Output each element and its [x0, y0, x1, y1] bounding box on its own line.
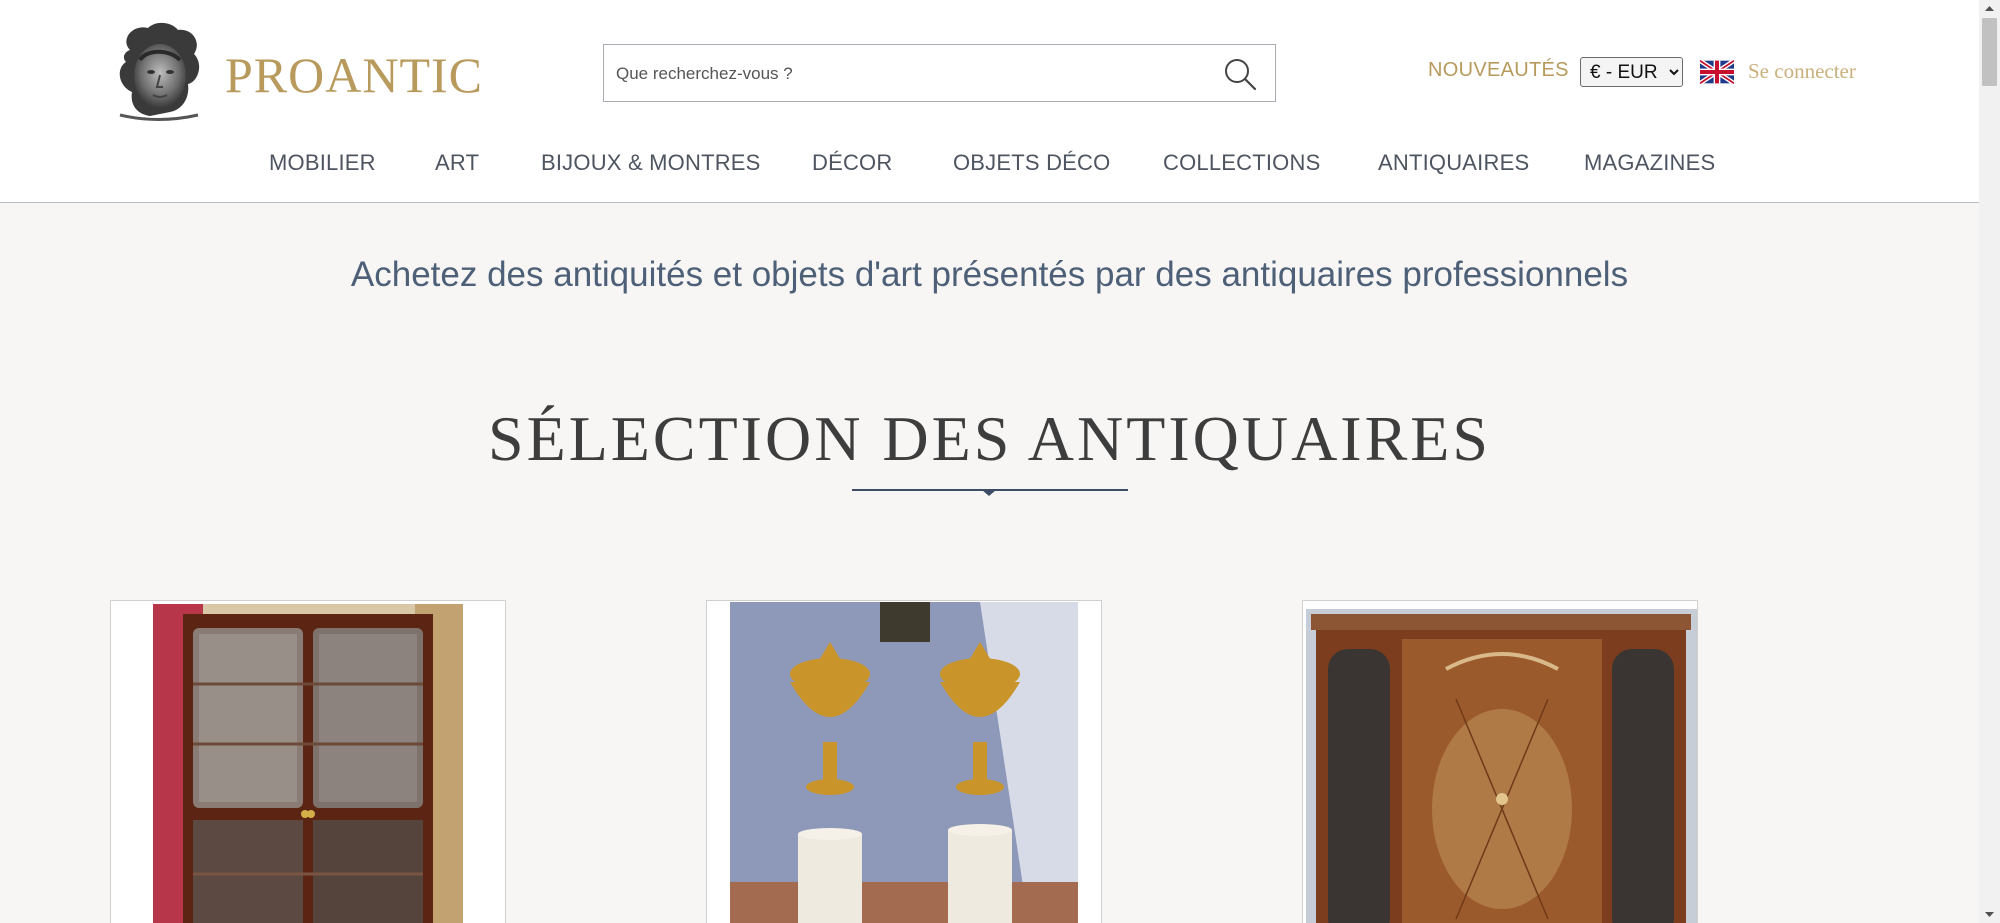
brand-name[interactable]: PROANTIC	[225, 46, 483, 104]
product-image-marquetry-cabinet	[1306, 609, 1697, 923]
login-link[interactable]: Se connecter	[1748, 59, 1856, 84]
tagline: Achetez des antiquités et objets d'art p…	[350, 255, 1629, 294]
uk-flag-icon[interactable]	[1698, 58, 1736, 86]
nav-item-objets-deco[interactable]: OBJETS DÉCO	[953, 150, 1110, 176]
nav-item-decor[interactable]: DÉCOR	[812, 150, 892, 176]
sculpted-head-logo[interactable]	[110, 20, 206, 122]
nav-item-mobilier[interactable]: MOBILIER	[269, 150, 376, 176]
product-image-bookcase	[153, 604, 463, 923]
search-input[interactable]	[616, 57, 1196, 91]
scroll-down-arrow-icon[interactable]	[1979, 906, 2000, 923]
search-bar	[603, 44, 1276, 102]
nav-item-collections[interactable]: COLLECTIONS	[1163, 150, 1320, 176]
scroll-up-arrow-icon[interactable]	[1979, 0, 2000, 17]
scrollbar-thumb[interactable]	[1982, 18, 1997, 86]
section-title: SÉLECTION DES ANTIQUAIRES	[488, 403, 1491, 474]
main-nav: MOBILIER ART BIJOUX & MONTRES DÉCOR OBJE…	[0, 150, 1979, 180]
nav-item-art[interactable]: ART	[435, 150, 479, 176]
currency-select[interactable]: € - EUR	[1580, 57, 1683, 87]
product-card-marquetry-cabinet[interactable]	[1302, 600, 1698, 923]
page-scrollbar[interactable]	[1979, 0, 2000, 923]
product-card-bookcase[interactable]	[110, 600, 506, 923]
product-card-gilt-vases[interactable]	[706, 600, 1102, 923]
nav-item-antiquaires[interactable]: ANTIQUAIRES	[1378, 150, 1529, 176]
new-arrivals-link[interactable]: NOUVEAUTÉS	[1428, 59, 1569, 82]
nav-item-bijoux-montres[interactable]: BIJOUX & MONTRES	[541, 150, 761, 176]
nav-item-magazines[interactable]: MAGAZINES	[1584, 150, 1715, 176]
site-header: PROANTIC NOUVEAUTÉS € - EUR Se connecter…	[0, 0, 1979, 203]
divider-diamond-icon	[982, 484, 996, 498]
product-image-gilt-vases	[730, 602, 1078, 923]
search-icon[interactable]	[1221, 55, 1259, 93]
